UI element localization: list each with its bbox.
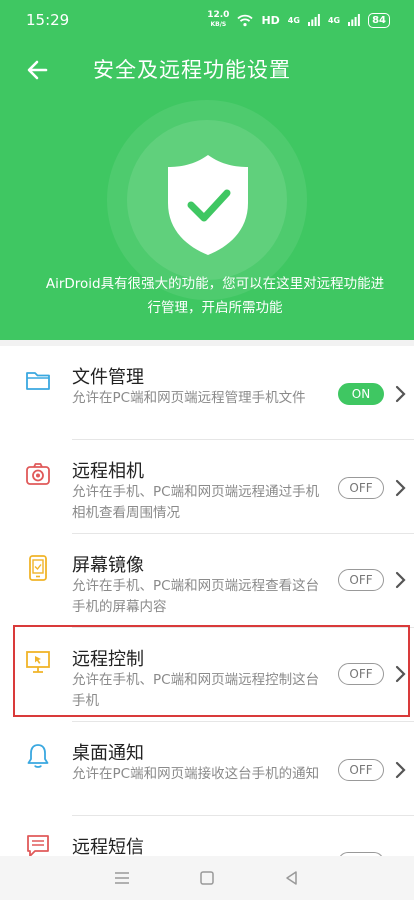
signal-2-label: 4G <box>327 15 341 25</box>
back-arrow-icon[interactable] <box>24 56 52 84</box>
feature-title: 远程控制 <box>72 649 144 670</box>
bell-icon <box>27 744 49 768</box>
feature-title: 屏幕镜像 <box>72 555 144 576</box>
feature-description: 允许在手机、PC端和网页端远程控制这台手机 <box>72 672 320 709</box>
feature-item-remote-control[interactable]: 远程控制 允许在手机、PC端和网页端远程控制这台手机 OFF <box>0 628 414 722</box>
system-nav-bar <box>0 856 414 900</box>
network-speed-value: 12.0 <box>207 10 230 20</box>
feature-toggle[interactable]: ON <box>338 383 384 405</box>
wifi-icon <box>237 14 254 26</box>
feature-item-remote-camera[interactable]: 远程相机 允许在手机、PC端和网页端远程通过手机相机查看周围情况 OFF <box>0 440 414 534</box>
chevron-right-icon[interactable] <box>394 479 406 497</box>
chevron-right-icon[interactable] <box>394 761 406 779</box>
feature-toggle[interactable]: OFF <box>338 759 384 781</box>
hd-label: HD <box>261 13 280 27</box>
feature-description: 允许在手机、PC端和网页端远程通过手机相机查看周围情况 <box>72 484 320 521</box>
header: 15:29 12.0 KB/S HD 4G 4G 84 安全及远程功能设置 Ai… <box>0 0 414 340</box>
camera-icon <box>26 463 50 485</box>
feature-description: 允许在手机、PC端和网页端远程查看这台手机的屏幕内容 <box>72 578 320 615</box>
feature-toggle[interactable]: OFF <box>338 477 384 499</box>
chevron-right-icon[interactable] <box>394 571 406 589</box>
feature-item-desktop-notification[interactable]: 桌面通知 允许在PC端和网页端接收这台手机的通知 OFF <box>0 722 414 816</box>
feature-item-screen-mirror[interactable]: 屏幕镜像 允许在手机、PC端和网页端远程查看这台手机的屏幕内容 OFF <box>0 534 414 628</box>
menu-icon[interactable] <box>113 869 131 887</box>
feature-toggle[interactable]: OFF <box>338 663 384 685</box>
folder-icon <box>26 372 50 390</box>
home-icon[interactable] <box>198 869 216 887</box>
signal-1-icon <box>307 14 320 26</box>
chevron-right-icon[interactable] <box>394 385 406 403</box>
header-description: AirDroid具有很强大的功能，您可以在这里对远程功能进行管理，开启所需功能 <box>45 276 385 316</box>
feature-title: 远程相机 <box>72 461 144 482</box>
page-title: 安全及远程功能设置 <box>93 58 291 82</box>
status-icons: 12.0 KB/S HD 4G 4G 84 <box>207 11 390 29</box>
chevron-right-icon[interactable] <box>394 665 406 683</box>
feature-item-file-management[interactable]: 文件管理 允许在PC端和网页端远程管理手机文件 ON <box>0 346 414 440</box>
feature-description: 允许在PC端和网页端接收这台手机的通知 <box>72 766 320 782</box>
signal-1-label: 4G <box>287 15 300 25</box>
back-triangle-icon[interactable] <box>283 869 301 887</box>
battery-indicator: 84 <box>368 12 390 28</box>
feature-item-remote-sms[interactable]: 远程短信 <box>0 816 414 856</box>
status-time: 15:29 <box>26 11 70 29</box>
network-speed: 12.0 KB/S <box>207 11 229 29</box>
feature-list: 文件管理 允许在PC端和网页端远程管理手机文件 ON 远程相机 允许在手机、PC… <box>0 346 414 856</box>
feature-title: 文件管理 <box>72 367 144 388</box>
message-icon <box>27 835 49 856</box>
status-bar: 15:29 12.0 KB/S HD 4G 4G 84 <box>0 0 414 40</box>
feature-toggle[interactable]: OFF <box>338 569 384 591</box>
feature-description: 允许在PC端和网页端远程管理手机文件 <box>72 390 306 406</box>
signal-2-icon <box>348 14 360 26</box>
feature-title: 桌面通知 <box>72 743 144 764</box>
remote-control-icon <box>26 651 50 673</box>
feature-title: 远程短信 <box>72 837 144 856</box>
screen-mirror-icon <box>29 555 47 581</box>
title-bar: 安全及远程功能设置 <box>0 50 414 90</box>
shield-check-icon <box>168 155 248 255</box>
network-speed-unit: KB/S <box>210 21 227 28</box>
